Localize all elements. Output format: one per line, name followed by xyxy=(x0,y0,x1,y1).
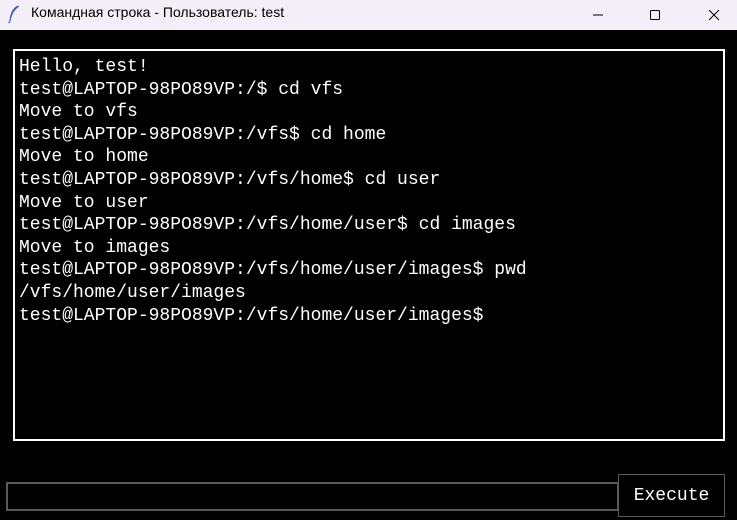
terminal-line: Move to home xyxy=(19,147,149,168)
execute-button[interactable]: Execute xyxy=(618,474,725,517)
minimize-icon xyxy=(593,14,603,16)
terminal-line: Move to vfs xyxy=(19,102,138,123)
terminal-line: test@LAPTOP-98PO89VP:/vfs/home/user$ cd … xyxy=(19,215,516,236)
terminal-line: Move to user xyxy=(19,192,149,213)
feather-icon xyxy=(8,5,19,24)
window-title: Командная строка - Пользователь: test xyxy=(31,4,285,20)
maximize-icon xyxy=(650,10,660,20)
terminal-line: test@LAPTOP-98PO89VP:/vfs/home$ cd user xyxy=(19,169,441,190)
maximize-button[interactable] xyxy=(632,0,678,30)
terminal-output[interactable]: Hello, test! test@LAPTOP-98PO89VP:/$ cd … xyxy=(13,49,725,441)
terminal-line: test@LAPTOP-98PO89VP:/vfs/home/user/imag… xyxy=(19,305,484,326)
terminal-line: test@LAPTOP-98PO89VP:/vfs$ cd home xyxy=(19,124,387,145)
terminal-line: Move to images xyxy=(19,237,171,258)
app-window: Командная строка - Пользователь: test He… xyxy=(0,0,737,520)
terminal-lines: Hello, test! test@LAPTOP-98PO89VP:/$ cd … xyxy=(19,56,527,327)
terminal-line: Hello, test! xyxy=(19,57,149,77)
terminal-line: test@LAPTOP-98PO89VP:/vfs/home/user/imag… xyxy=(19,260,527,281)
terminal-line: test@LAPTOP-98PO89VP:/$ cd vfs xyxy=(19,79,344,100)
command-input[interactable] xyxy=(6,482,619,511)
close-button[interactable] xyxy=(691,0,737,30)
terminal-line: /vfs/home/user/images xyxy=(19,282,246,303)
close-icon xyxy=(708,9,720,21)
minimize-button[interactable] xyxy=(575,0,621,30)
title-bar: Командная строка - Пользователь: test xyxy=(0,0,737,30)
